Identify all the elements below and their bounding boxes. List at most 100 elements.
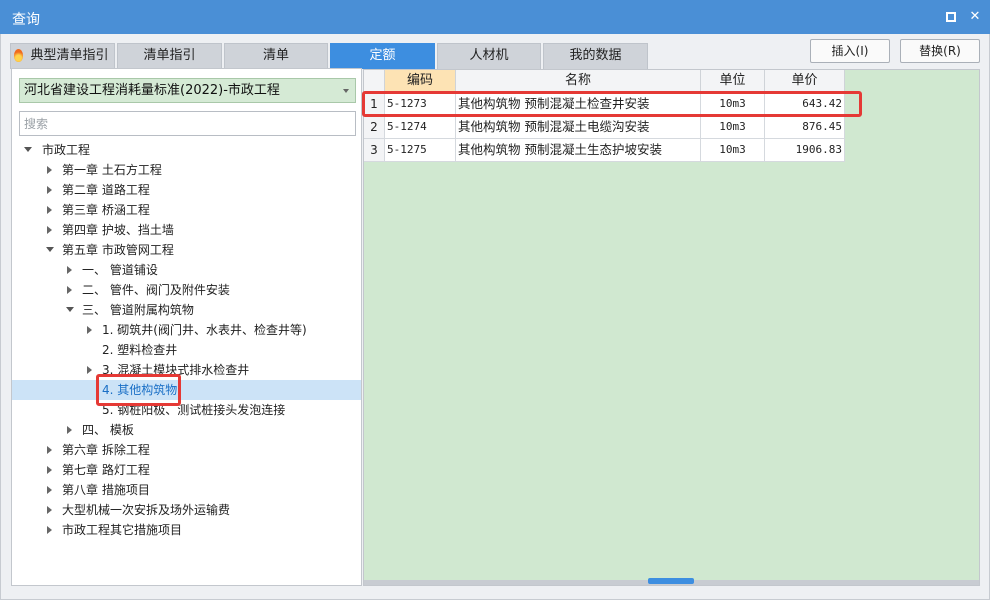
- tab-my-data[interactable]: 我的数据: [543, 43, 648, 69]
- tree-node-label: 大型机械一次安拆及场外运输费: [62, 503, 231, 517]
- replace-button[interactable]: 替换(R): [900, 39, 980, 63]
- fire-icon: [14, 49, 23, 62]
- tree-node-label: 二、 管件、阀门及附件安装: [82, 283, 230, 297]
- window-title: 查询: [12, 12, 40, 28]
- tree-node-root[interactable]: 市政工程: [12, 140, 361, 160]
- tree-node-section-4[interactable]: 四、 模板: [12, 420, 361, 440]
- tree-node-section-3[interactable]: 三、 管道附属构筑物: [12, 300, 361, 320]
- library-select-value: 河北省建设工程消耗量标准(2022)-市政工程: [24, 83, 280, 98]
- tree-node-machinery[interactable]: 大型机械一次安拆及场外运输费: [12, 500, 361, 520]
- row-price[interactable]: 1906.83: [765, 139, 845, 162]
- tree-node-label: 三、 管道附属构筑物: [82, 303, 194, 317]
- tab-label: 清单指引: [143, 48, 196, 63]
- grid-header-index: [364, 70, 385, 93]
- tab-bill-guide[interactable]: 清单指引: [117, 43, 222, 69]
- close-icon[interactable]: ✕: [966, 8, 984, 26]
- library-select[interactable]: 河北省建设工程消耗量标准(2022)-市政工程: [19, 78, 356, 103]
- search-input[interactable]: [19, 111, 356, 136]
- tab-quota[interactable]: 定额: [330, 43, 435, 69]
- row-unit[interactable]: 10m3: [701, 139, 765, 162]
- tree-node-item-5[interactable]: 5. 钢桩阳极、测试桩接头发泡连接: [12, 400, 361, 420]
- tree-node-item-4[interactable]: 4. 其他构筑物: [12, 380, 361, 400]
- tree-node-label: 市政工程其它措施项目: [62, 523, 183, 537]
- grid-header-price[interactable]: 单价: [765, 70, 845, 93]
- maximize-box: [946, 12, 956, 22]
- collapsed-arrow-icon: [47, 446, 52, 454]
- expanded-arrow-icon: [24, 147, 32, 152]
- row-code[interactable]: 5-1274: [385, 116, 456, 139]
- tree-node-chapter-1[interactable]: 第一章 土石方工程: [12, 160, 361, 180]
- row-unit[interactable]: 10m3: [701, 93, 765, 116]
- tree-node-chapter-7[interactable]: 第七章 路灯工程: [12, 460, 361, 480]
- row-name[interactable]: 其他构筑物 预制混凝土生态护坡安装: [456, 139, 701, 162]
- tree-node-label: 第一章 土石方工程: [62, 163, 162, 177]
- tree-node-section-1[interactable]: 一、 管道铺设: [12, 260, 361, 280]
- tab-label: 定额: [369, 48, 396, 63]
- expanded-arrow-icon: [46, 247, 54, 252]
- tree-node-chapter-3[interactable]: 第三章 桥涵工程: [12, 200, 361, 220]
- collapsed-arrow-icon: [47, 526, 52, 534]
- collapsed-arrow-icon: [67, 266, 72, 274]
- scrollbar-thumb[interactable]: [648, 578, 694, 584]
- tree-node-section-2[interactable]: 二、 管件、阀门及附件安装: [12, 280, 361, 300]
- tree-node-item-1[interactable]: 1. 砌筑井(阀门井、水表井、检查井等): [12, 320, 361, 340]
- tree-node-label: 一、 管道铺设: [82, 263, 158, 277]
- collapsed-arrow-icon: [47, 186, 52, 194]
- tree-node-label: 四、 模板: [82, 423, 134, 437]
- tab-label: 我的数据: [569, 48, 622, 63]
- collapsed-arrow-icon: [47, 486, 52, 494]
- tree-node-label: 5. 钢桩阳极、测试桩接头发泡连接: [102, 403, 286, 417]
- row-index: 3: [364, 139, 385, 162]
- grid-header-unit[interactable]: 单位: [701, 70, 765, 93]
- collapsed-arrow-icon: [47, 166, 52, 174]
- row-name[interactable]: 其他构筑物 预制混凝土电缆沟安装: [456, 116, 701, 139]
- collapsed-arrow-icon: [47, 206, 52, 214]
- tab-labor-material-machine[interactable]: 人材机: [437, 43, 541, 69]
- tree-node-label: 4. 其他构筑物: [102, 383, 178, 397]
- horizontal-scrollbar[interactable]: [364, 578, 979, 585]
- tab-label: 人材机: [469, 48, 509, 63]
- tree-node-label: 第六章 拆除工程: [62, 443, 150, 457]
- collapsed-arrow-icon: [47, 506, 52, 514]
- quota-grid: 编码 名称 单位 单价 1 5-1273 其他构筑物 预制混凝土检查井安装 10…: [363, 69, 980, 586]
- tree-node-other-measures[interactable]: 市政工程其它措施项目: [12, 520, 361, 540]
- tab-typical-bill-guide[interactable]: 典型清单指引: [10, 43, 115, 69]
- tree-node-label: 3. 混凝土模块式排水检查井: [102, 363, 250, 377]
- tree-node-chapter-5[interactable]: 第五章 市政管网工程: [12, 240, 361, 260]
- tab-label: 典型清单指引: [30, 48, 109, 63]
- collapsed-arrow-icon: [47, 226, 52, 234]
- collapsed-arrow-icon: [87, 326, 92, 334]
- tree-node-label: 第七章 路灯工程: [62, 463, 150, 477]
- title-bar: 查询 ✕: [0, 0, 990, 34]
- collapsed-arrow-icon: [67, 426, 72, 434]
- collapsed-arrow-icon: [67, 286, 72, 294]
- tree-node-label: 第四章 护坡、挡土墙: [62, 223, 174, 237]
- row-code[interactable]: 5-1273: [385, 93, 456, 116]
- tree-node-label: 2. 塑料检查井: [102, 343, 178, 357]
- collapsed-arrow-icon: [47, 466, 52, 474]
- tree-node-chapter-6[interactable]: 第六章 拆除工程: [12, 440, 361, 460]
- tab-label: 清单: [262, 48, 289, 63]
- row-price[interactable]: 876.45: [765, 116, 845, 139]
- tree-node-item-2[interactable]: 2. 塑料检查井: [12, 340, 361, 360]
- insert-button[interactable]: 插入(I): [810, 39, 890, 63]
- tree-node-label: 市政工程: [42, 143, 91, 157]
- tree-node-label: 第三章 桥涵工程: [62, 203, 150, 217]
- category-panel: 河北省建设工程消耗量标准(2022)-市政工程 市政工程 第一章 土石方工程 第…: [11, 68, 362, 586]
- maximize-icon[interactable]: [942, 8, 960, 26]
- tree-node-label: 1. 砌筑井(阀门井、水表井、检查井等): [102, 323, 307, 337]
- tree-node-label: 第二章 道路工程: [62, 183, 150, 197]
- tree-node-chapter-2[interactable]: 第二章 道路工程: [12, 180, 361, 200]
- tab-bill[interactable]: 清单: [224, 43, 328, 69]
- row-unit[interactable]: 10m3: [701, 116, 765, 139]
- tree-node-label: 第五章 市政管网工程: [62, 243, 174, 257]
- row-code[interactable]: 5-1275: [385, 139, 456, 162]
- grid-header-code[interactable]: 编码: [385, 70, 456, 93]
- expanded-arrow-icon: [66, 307, 74, 312]
- tree-node-chapter-4[interactable]: 第四章 护坡、挡土墙: [12, 220, 361, 240]
- tree-node-chapter-8[interactable]: 第八章 措施项目: [12, 480, 361, 500]
- row-name[interactable]: 其他构筑物 预制混凝土检查井安装: [456, 93, 701, 116]
- grid-header-name[interactable]: 名称: [456, 70, 701, 93]
- tree-node-item-3[interactable]: 3. 混凝土模块式排水检查井: [12, 360, 361, 380]
- row-price[interactable]: 643.42: [765, 93, 845, 116]
